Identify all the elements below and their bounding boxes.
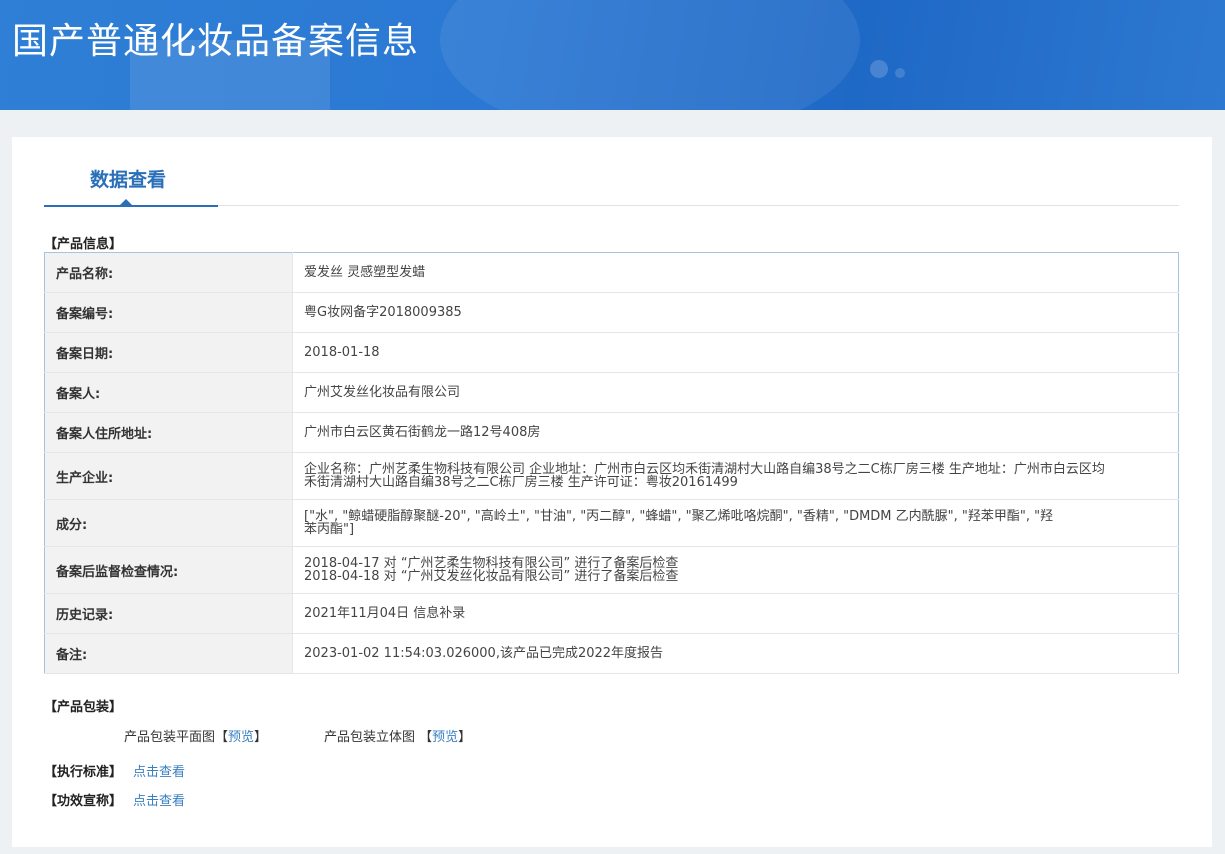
info-value-line: ["水", "鲸蜡硬脂醇聚醚-20", "高岭土", "甘油", "丙二醇", … xyxy=(304,509,1054,524)
info-row: 备案人住所地址: 广州市白云区黄石街鹤龙一路12号408房 xyxy=(44,412,1179,453)
info-row-label: 备案人: xyxy=(44,372,293,413)
info-row-label: 产品名称: xyxy=(44,252,293,293)
info-row: 生产企业: 企业名称：广州艺柔生物科技有限公司 企业地址：广州市白云区均禾街清湖村… xyxy=(44,452,1179,500)
info-row-value: 2018-04-17 对 “广州艺柔生物科技有限公司” 进行了备案后检查 2018… xyxy=(292,546,1179,594)
header-decoration xyxy=(440,0,860,110)
packaging-flat-item: 产品包装平面图【预览】 xyxy=(124,730,268,745)
info-value-line: 2023-01-02 11:54:03.026000,该产品已完成2022年度报… xyxy=(304,646,664,661)
info-value-line: 2018-04-18 对 “广州艾发丝化妆品有限公司” 进行了备案后检查 xyxy=(304,569,679,584)
info-row-label: 备注: xyxy=(44,633,293,674)
info-row: 备案人: 广州艾发丝化妆品有限公司 xyxy=(44,372,1179,413)
packaging-solid-label: 产品包装立体图 xyxy=(324,730,416,745)
info-row-label: 成分: xyxy=(44,499,293,547)
info-value-line: 粤G妆网备字2018009385 xyxy=(304,305,462,320)
efficacy-view-link[interactable]: 点击查看 xyxy=(133,790,185,809)
content-panel: 数据查看 【产品信息】 产品名称: 爱发丝 灵感塑型发蜡 备案编号: 粤G妆网备字20… xyxy=(12,137,1212,847)
packaging-solid-preview-link[interactable]: 预览 xyxy=(432,730,458,745)
info-value-line: 爱发丝 灵感塑型发蜡 xyxy=(304,265,426,280)
info-row-value: 2018-01-18 xyxy=(292,332,1179,373)
info-row-label: 备案日期: xyxy=(44,332,293,373)
info-row-value: 粤G妆网备字2018009385 xyxy=(292,292,1179,333)
standard-view-link[interactable]: 点击查看 xyxy=(133,761,185,780)
standard-heading: 【执行标准】 xyxy=(44,765,123,780)
page-title: 国产普通化妆品备案信息 xyxy=(12,21,420,62)
tab-label: 数据查看 xyxy=(90,169,167,191)
info-row: 备注: 2023-01-02 11:54:03.026000,该产品已完成2022… xyxy=(44,633,1179,674)
info-row-value: 2023-01-02 11:54:03.026000,该产品已完成2022年度报… xyxy=(292,633,1179,674)
info-row: 备案编号: 粤G妆网备字2018009385 xyxy=(44,292,1179,333)
info-row: 备案日期: 2018-01-18 xyxy=(44,332,1179,373)
packaging-flat-preview-link[interactable]: 预览 xyxy=(228,730,254,745)
info-row-label: 备案后监督检查情况: xyxy=(44,546,293,594)
info-row-value: 企业名称：广州艺柔生物科技有限公司 企业地址：广州市白云区均禾街清湖村大山路自编… xyxy=(292,452,1179,500)
info-row: 历史记录: 2021年11月04日 信息补录 xyxy=(44,593,1179,634)
info-value-line: 苯丙酯"] xyxy=(304,522,355,537)
tab-active-indicator xyxy=(120,199,132,205)
packaging-heading: 【产品包装】 xyxy=(44,700,123,715)
header-decoration xyxy=(870,60,888,78)
packaging-flat-label: 产品包装平面图 xyxy=(124,730,216,745)
info-row-value: 2021年11月04日 信息补录 xyxy=(292,593,1179,634)
info-row-value: ["水", "鲸蜡硬脂醇聚醚-20", "高岭土", "甘油", "丙二醇", … xyxy=(292,499,1179,547)
packaging-solid-item: 产品包装立体图 【预览】 xyxy=(324,730,472,745)
info-value-line: 2021年11月04日 信息补录 xyxy=(304,606,466,621)
info-value-line: 2018-01-18 xyxy=(304,345,380,360)
tab-data-view[interactable]: 数据查看 xyxy=(44,159,218,207)
info-row: 成分: ["水", "鲸蜡硬脂醇聚醚-20", "高岭土", "甘油", "丙二醇… xyxy=(44,499,1179,547)
page-header: 国产普通化妆品备案信息 xyxy=(0,0,1225,110)
info-row: 产品名称: 爱发丝 灵感塑型发蜡 xyxy=(44,252,1179,293)
info-row: 备案后监督检查情况: 2018-04-17 对 “广州艺柔生物科技有限公司” 进行… xyxy=(44,546,1179,594)
product-info-heading: 【产品信息】 xyxy=(44,237,123,252)
info-value-line: 广州艾发丝化妆品有限公司 xyxy=(304,385,461,400)
info-row-label: 备案编号: xyxy=(44,292,293,333)
info-row-value: 爱发丝 灵感塑型发蜡 xyxy=(292,252,1179,293)
info-row-value: 广州市白云区黄石街鹤龙一路12号408房 xyxy=(292,412,1179,453)
info-row-label: 生产企业: xyxy=(44,452,293,500)
efficacy-heading: 【功效宣称】 xyxy=(44,794,123,809)
product-info-table: 产品名称: 爱发丝 灵感塑型发蜡 备案编号: 粤G妆网备字2018009385 备案日期… xyxy=(44,252,1179,674)
info-row-label: 备案人住所地址: xyxy=(44,412,293,453)
info-value-line: 禾街清湖村大山路自编38号之二C栋厂房三楼 生产许可证：粤妆20161499 xyxy=(304,475,738,490)
info-row-label: 历史记录: xyxy=(44,593,293,634)
info-value-line: 广州市白云区黄石街鹤龙一路12号408房 xyxy=(304,425,541,440)
info-row-value: 广州艾发丝化妆品有限公司 xyxy=(292,372,1179,413)
header-decoration xyxy=(895,68,905,78)
